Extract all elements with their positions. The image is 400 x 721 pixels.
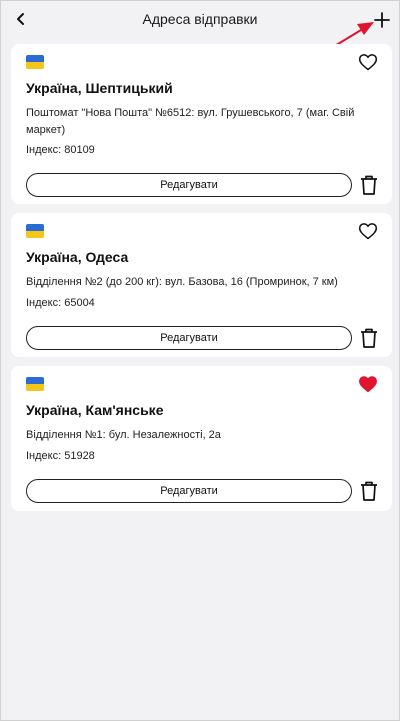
plus-icon xyxy=(374,12,390,28)
trash-icon xyxy=(361,175,377,195)
heart-outline-icon xyxy=(358,54,378,71)
trash-icon xyxy=(361,481,377,501)
ukraine-flag-icon xyxy=(26,55,44,69)
address-details: Відділення №1: бул. Незалежності, 2а xyxy=(26,429,221,441)
address-details: Поштомат "Нова Пошта" №6512: вул. Грушев… xyxy=(26,107,355,136)
address-details: Відділення №2 (до 200 кг): вул. Базова, … xyxy=(26,276,338,288)
delete-button[interactable] xyxy=(359,327,379,349)
edit-button[interactable]: Редагувати xyxy=(26,326,352,350)
edit-button[interactable]: Редагувати xyxy=(26,479,352,503)
trash-icon xyxy=(361,328,377,348)
address-card: Україна, Одеса Відділення №2 (до 200 кг)… xyxy=(11,213,392,357)
ukraine-flag-icon xyxy=(26,377,44,391)
favorite-button[interactable] xyxy=(358,221,378,241)
address-city: Україна, Одеса xyxy=(26,249,129,265)
address-postcode: Індекс: 65004 xyxy=(26,297,95,309)
heart-outline-icon xyxy=(358,223,378,240)
address-postcode: Індекс: 51928 xyxy=(26,450,95,462)
ukraine-flag-icon xyxy=(26,224,44,238)
delete-button[interactable] xyxy=(359,480,379,502)
address-city: Україна, Кам'янське xyxy=(26,402,164,418)
delete-button[interactable] xyxy=(359,174,379,196)
address-card: Україна, Кам'янське Відділення №1: бул. … xyxy=(11,366,392,511)
edit-button[interactable]: Редагувати xyxy=(26,173,352,197)
heart-filled-icon xyxy=(359,376,377,393)
favorite-button[interactable] xyxy=(358,374,378,394)
address-postcode: Індекс: 80109 xyxy=(26,144,95,156)
address-city: Україна, Шептицький xyxy=(26,80,173,96)
favorite-button[interactable] xyxy=(358,52,378,72)
add-address-button[interactable] xyxy=(371,9,393,31)
top-bar: Адреса відправки xyxy=(1,1,399,39)
page-title: Адреса відправки xyxy=(142,11,258,27)
address-card: Україна, Шептицький Поштомат "Нова Пошта… xyxy=(11,44,392,204)
